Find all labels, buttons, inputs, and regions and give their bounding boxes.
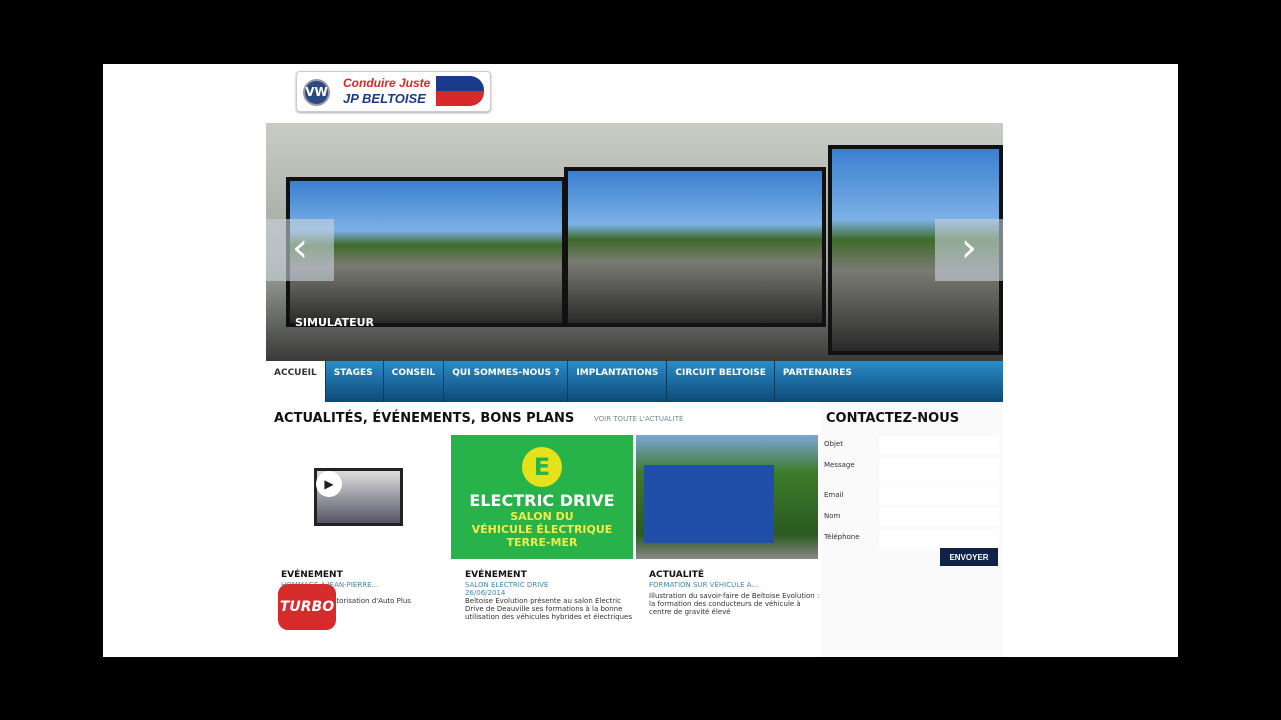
news-card-video[interactable]: ▶ — [266, 435, 448, 559]
news-type: EVÉNEMENT — [465, 570, 527, 580]
label-email: Email — [824, 491, 844, 499]
message-textarea[interactable] — [879, 458, 999, 486]
nav-partenaires[interactable]: PARTENAIRES — [775, 361, 1003, 402]
site: VW Conduire Juste JP BELTOISE ‹ › SIMULA… — [266, 64, 1003, 657]
truck-image — [644, 465, 774, 543]
see-all-news-link[interactable]: VOIR TOUTE L'ACTUALITÉ — [594, 415, 683, 423]
banner-title: ELECTRIC DRIVE — [469, 491, 615, 510]
nom-input[interactable] — [879, 508, 999, 526]
news-text: Illustration du savoir-faire de Beltoise… — [649, 592, 820, 616]
contact-form: CONTACTEZ-NOUS Objet Message Email Nom T… — [821, 402, 1003, 657]
label-objet: Objet — [824, 440, 843, 448]
page: VW Conduire Juste JP BELTOISE ‹ › SIMULA… — [103, 64, 1178, 657]
news-card-truck[interactable] — [636, 435, 818, 559]
news-date: 26/06/2014 — [465, 589, 506, 597]
news-type: ACTUALITÉ — [649, 570, 705, 580]
objet-input[interactable] — [879, 436, 999, 454]
news-item[interactable]: ACTUALITÉ FORMATION SUR VÉHICULE A... Il… — [649, 570, 824, 617]
news-text: Beltoise Evolution présente au salon Ele… — [465, 597, 632, 621]
label-telephone: Téléphone — [824, 533, 860, 541]
banner-line: VÉHICULE ÉLECTRIQUE — [471, 523, 613, 536]
news-item[interactable]: EVÉNEMENT SALON ELECTRIC DRIVE 26/06/201… — [465, 570, 640, 622]
news-link[interactable]: FORMATION SUR VÉHICULE A... — [649, 581, 824, 589]
label-message: Message — [824, 461, 855, 469]
telephone-input[interactable] — [879, 529, 999, 547]
news-type: EVÉNEMENT — [281, 570, 343, 580]
prev-slide-button[interactable]: ‹ — [266, 219, 334, 281]
nav-conseil[interactable]: CONSEIL — [384, 361, 445, 402]
news-heading: ACTUALITÉS, ÉVÉNEMENTS, BONS PLANS — [274, 411, 575, 426]
nav-accueil[interactable]: ACCUEIL — [266, 361, 326, 402]
hero-slider: ‹ › SIMULATEUR — [266, 123, 1003, 361]
simulator-screen — [564, 167, 826, 327]
electric-drive-logo-icon: E — [522, 447, 562, 487]
nav-circuit-beltoise[interactable]: CIRCUIT BELTOISE — [667, 361, 775, 402]
next-slide-button[interactable]: › — [935, 219, 1003, 281]
site-logo[interactable]: VW Conduire Juste JP BELTOISE — [296, 71, 491, 112]
news-card-electric-drive[interactable]: E ELECTRIC DRIVE SALON DU VÉHICULE ÉLECT… — [451, 435, 633, 559]
contact-heading: CONTACTEZ-NOUS — [826, 411, 960, 426]
banner-line: SALON DU — [510, 510, 574, 523]
news-link[interactable]: SALON ELECTRIC DRIVE — [465, 581, 640, 589]
main-nav: ACCUEIL STAGES CONSEIL QUI SOMMES-NOUS ?… — [266, 361, 1003, 402]
email-input[interactable] — [879, 487, 999, 505]
turbo-watermark: TURBO — [278, 584, 336, 630]
send-button[interactable]: ENVOYER — [940, 548, 998, 566]
vw-logo-icon: VW — [303, 79, 330, 106]
nav-stages[interactable]: STAGES — [326, 361, 384, 402]
play-icon[interactable]: ▶ — [316, 471, 342, 497]
logo-b-mark — [436, 76, 484, 106]
logo-line2: JP BELTOISE — [343, 91, 426, 106]
slide-caption: SIMULATEUR — [295, 316, 374, 329]
label-nom: Nom — [824, 512, 841, 520]
nav-implantations[interactable]: IMPLANTATIONS — [568, 361, 668, 402]
banner-line: TERRE-MER — [506, 536, 578, 549]
logo-line1: Conduire Juste — [343, 76, 431, 90]
nav-qui-sommes-nous[interactable]: QUI SOMMES-NOUS ? — [444, 361, 569, 402]
